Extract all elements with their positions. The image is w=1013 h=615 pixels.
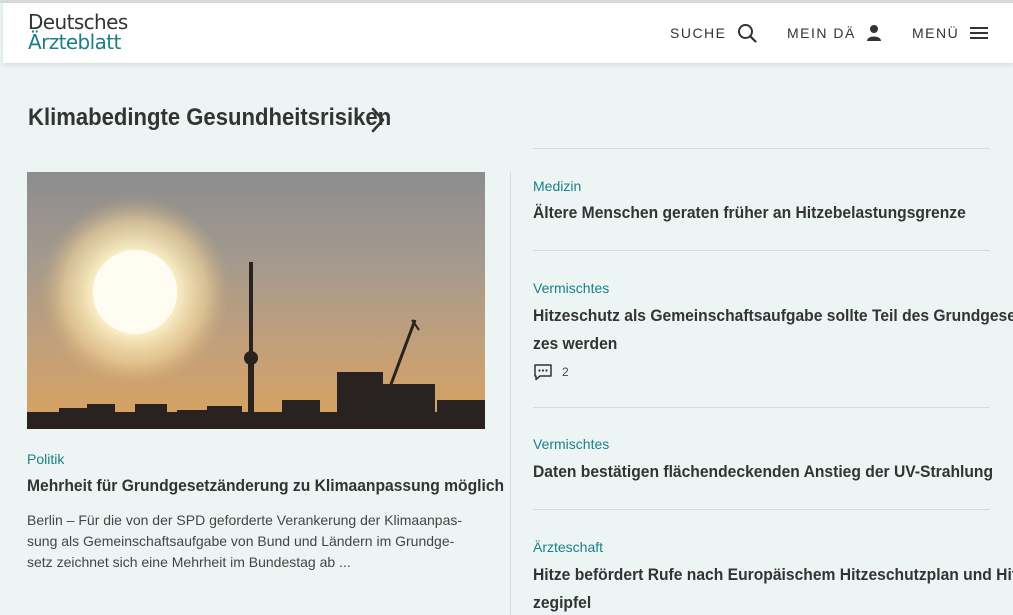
site-logo[interactable]: Deutsches Ärzteblatt — [28, 12, 128, 52]
account-label: MEIN DÄ — [787, 25, 856, 41]
user-icon — [866, 25, 881, 41]
chevron-right-icon[interactable] — [369, 106, 387, 134]
sunset-skyline-image — [27, 172, 485, 429]
comment-icon — [534, 364, 552, 381]
site-header: Deutsches Ärzteblatt SUCHE MEIN DÄ MENÜ — [3, 3, 1013, 63]
article-category[interactable]: Ärzteschaft — [533, 539, 603, 555]
logo-line-2: Ärzteblatt — [28, 30, 121, 54]
article-title[interactable]: Daten bestätigen flächendeckenden Anstie… — [533, 458, 994, 486]
teaser-line: sung als Gemeinschaftsaufgabe von Bund u… — [27, 533, 455, 549]
lead-article-teaser: Berlin – Für die von der SPD geforderte … — [27, 510, 487, 573]
search-button[interactable]: SUCHE — [670, 3, 757, 63]
article-category[interactable]: Vermischtes — [533, 436, 609, 452]
logo-line-1: Deutsches — [28, 10, 128, 34]
account-button[interactable]: MEIN DÄ — [787, 3, 882, 63]
menu-label: MENÜ — [912, 25, 960, 41]
lead-article-title[interactable]: Mehrheit für Grundgesetzänderung zu Klim… — [27, 476, 504, 496]
title-line: Daten bestätigen flächendeckenden Anstie… — [533, 462, 994, 481]
article-title[interactable]: Hitzeschutz als Gemeinschaftsaufgabe sol… — [533, 302, 1013, 358]
title-line: Hitze befördert Rufe nach Europäischem H… — [533, 565, 1013, 584]
column-divider — [510, 172, 511, 615]
article-category[interactable]: Medizin — [533, 178, 581, 194]
hamburger-icon — [970, 27, 989, 39]
lead-article-category[interactable]: Politik — [27, 451, 64, 467]
divider — [533, 407, 990, 408]
title-line: Ältere Menschen geraten früher an Hitzeb… — [533, 203, 966, 222]
divider — [533, 509, 990, 510]
lead-article-image[interactable] — [27, 172, 485, 429]
section-title[interactable]: Klimabedingte Gesundheitsrisiken — [28, 104, 391, 132]
divider — [533, 250, 990, 251]
search-label: SUCHE — [670, 25, 727, 41]
teaser-line: Berlin – Für die von der SPD geforderte … — [27, 512, 463, 528]
title-line: Hitzeschutz als Gemeinschaftsaufgabe sol… — [533, 306, 1013, 325]
menu-button[interactable]: MENÜ — [912, 3, 989, 63]
comments-link[interactable]: 2 — [533, 363, 569, 381]
search-icon — [737, 24, 757, 43]
teaser-line: setz zeichnet sich eine Mehrheit im Bund… — [27, 554, 351, 570]
article-title[interactable]: Hitze befördert Rufe nach Europäischem H… — [533, 561, 1013, 615]
title-line: zegipfel — [533, 593, 592, 612]
article-title[interactable]: Ältere Menschen geraten früher an Hitzeb… — [533, 199, 988, 227]
title-line: zes werden — [533, 334, 618, 353]
comment-count: 2 — [562, 365, 569, 379]
article-category[interactable]: Vermischtes — [533, 280, 609, 296]
divider — [533, 148, 990, 149]
